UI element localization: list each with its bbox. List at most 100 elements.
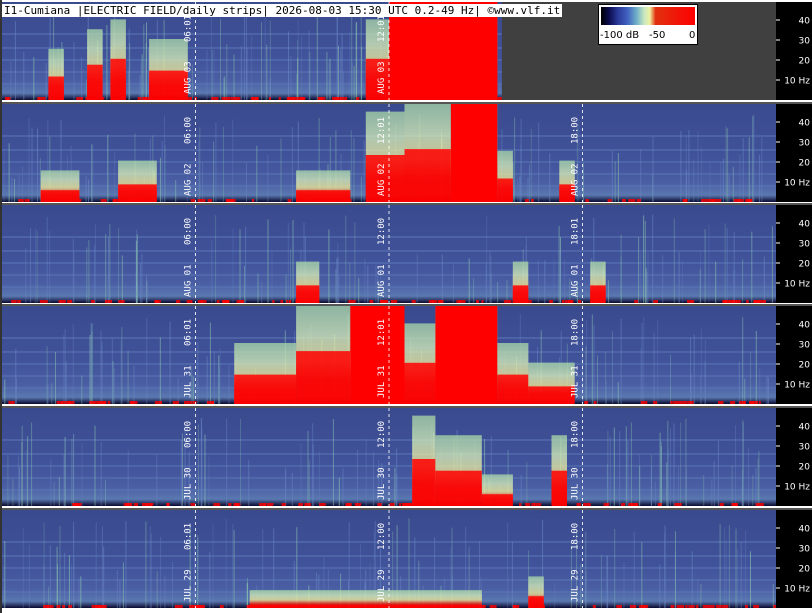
baseline-activity <box>525 503 531 506</box>
baseline-activity <box>354 503 362 506</box>
baseline-activity <box>73 503 80 506</box>
noise-streak <box>128 28 130 101</box>
noise-streak <box>30 228 32 303</box>
noise-streak <box>316 11 318 100</box>
baseline-activity <box>129 401 138 404</box>
noise-streak <box>643 215 645 303</box>
date-mark-label: AUG 03 <box>377 61 387 94</box>
baseline-activity <box>750 401 759 404</box>
baseline-activity <box>316 199 322 202</box>
baseline-activity <box>401 503 410 506</box>
noise-streak <box>64 552 66 608</box>
noise-streak <box>554 582 556 608</box>
strip-divider <box>0 102 812 104</box>
noise-streak <box>452 264 454 303</box>
noise-streak <box>169 321 171 404</box>
baseline-activity <box>62 605 66 608</box>
baseline-activity <box>235 503 239 506</box>
baseline-activity <box>411 300 416 303</box>
baseline-activity <box>88 97 95 100</box>
noise-streak <box>741 485 743 506</box>
baseline-activity <box>755 503 761 506</box>
noise-streak <box>341 51 343 100</box>
noise-streak <box>727 128 729 202</box>
saturated-activity <box>234 374 297 404</box>
noise-streak <box>71 438 73 506</box>
noise-streak <box>15 348 17 404</box>
noise-streak <box>372 452 374 506</box>
date-mark-label: JUL 30 <box>377 467 387 500</box>
baseline-activity <box>525 300 532 303</box>
saturated-activity <box>404 362 436 404</box>
baseline-activity <box>540 605 546 608</box>
baseline-activity <box>464 97 467 100</box>
noise-streak <box>640 149 642 202</box>
noise-streak <box>327 61 329 100</box>
noise-streak <box>80 576 82 608</box>
baseline-activity <box>281 503 286 506</box>
baseline-activity <box>403 97 411 100</box>
baseline-activity <box>695 605 699 608</box>
noise-streak <box>724 223 726 303</box>
baseline-activity <box>640 401 648 404</box>
noise-streak <box>737 549 739 608</box>
noise-streak <box>68 555 70 608</box>
noise-streak <box>232 228 234 303</box>
noise-streak <box>143 24 145 100</box>
noise-streak <box>116 570 118 608</box>
noise-streak <box>580 563 582 608</box>
baseline-activity <box>503 300 512 303</box>
baseline-activity <box>141 199 146 202</box>
noise-streak <box>704 229 706 303</box>
noise-streak <box>340 49 342 100</box>
noise-streak <box>685 418 687 506</box>
noise-streak <box>585 531 587 608</box>
noise-streak <box>200 418 202 506</box>
baseline-activity <box>248 605 254 608</box>
baseline-activity <box>534 503 542 506</box>
baseline-activity <box>189 605 193 608</box>
noise-streak <box>240 46 242 100</box>
baseline-activity <box>712 199 719 202</box>
noise-streak <box>114 151 116 202</box>
noise-streak <box>23 51 25 100</box>
strip-divider <box>0 304 812 306</box>
noise-streak <box>600 554 602 608</box>
noise-streak <box>90 323 92 404</box>
noise-streak <box>81 375 83 404</box>
color-scale-legend: -100 dB -50 0 <box>598 4 698 45</box>
noise-streak <box>641 542 643 608</box>
strip-divider <box>0 508 812 510</box>
noise-streak <box>248 460 250 506</box>
noise-streak <box>228 365 230 404</box>
color-scale-mid-label: -50 <box>649 30 666 41</box>
baseline-activity <box>287 199 292 202</box>
baseline-activity <box>39 300 48 303</box>
noise-streak <box>343 70 344 100</box>
hour-mark-label: 18:00 <box>571 523 581 550</box>
noise-streak <box>25 449 27 506</box>
baseline-activity <box>190 503 195 506</box>
noise-streak <box>725 539 727 608</box>
noise-streak <box>349 262 351 303</box>
noise-streak <box>71 563 73 608</box>
noise-streak <box>680 131 682 202</box>
hour-mark-label: 18:01 <box>571 218 581 245</box>
noise-streak <box>94 224 96 303</box>
noise-streak <box>288 31 289 100</box>
baseline-activity <box>100 97 105 100</box>
noise-streak <box>46 216 48 303</box>
noise-streak <box>63 335 65 404</box>
noise-streak <box>759 368 761 404</box>
hour-mark-label: 06:01 <box>184 523 194 550</box>
noise-streak <box>267 154 269 202</box>
saturated-activity <box>435 306 498 404</box>
noise-streak <box>742 138 744 202</box>
noise-streak <box>644 220 646 303</box>
noise-streak <box>197 424 199 506</box>
baseline-activity <box>345 199 352 202</box>
baseline-activity <box>401 401 410 404</box>
baseline-activity <box>11 300 17 303</box>
noise-streak <box>73 42 75 100</box>
baseline-activity <box>718 401 724 404</box>
